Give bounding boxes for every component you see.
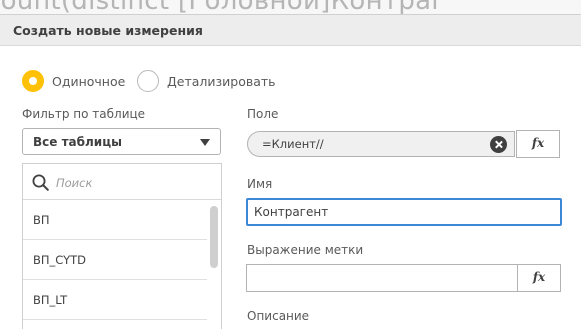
search-placeholder: Поиск xyxy=(56,176,93,190)
radio-single[interactable]: Одиночное xyxy=(22,70,125,92)
background-expression-text: count(distinct [Головной]Контраг xyxy=(0,0,445,14)
table-filter-label: Фильтр по таблице xyxy=(22,107,146,121)
label-expression-label: Выражение метки xyxy=(247,243,364,257)
radio-single-label: Одиночное xyxy=(52,73,126,89)
label-expression-input[interactable] xyxy=(246,264,518,292)
name-label: Имя xyxy=(247,177,273,191)
name-value: Контрагент xyxy=(254,205,329,219)
field-search-input[interactable]: Поиск xyxy=(23,164,221,200)
field-label: Поле xyxy=(247,107,279,121)
list-item-label: ВП_CYTD xyxy=(33,253,87,267)
list-item-label: ВП xyxy=(33,213,50,227)
field-expression-input[interactable]: =Клиент// xyxy=(247,131,515,157)
list-scrollbar[interactable] xyxy=(210,206,218,268)
table-filter-value: Все таблицы xyxy=(33,135,122,149)
list-item[interactable]: ВП xyxy=(23,201,207,240)
radio-drilldown-label: Детализировать xyxy=(167,73,276,89)
field-expression-editor-button[interactable]: fx xyxy=(516,130,560,158)
field-list: Поиск ВП ВП_CYTD ВП_LT xyxy=(22,163,222,329)
table-filter-select[interactable]: Все таблицы xyxy=(22,128,221,155)
list-item[interactable]: ВП_LT xyxy=(23,281,207,320)
list-item-label: ВП_LT xyxy=(33,293,68,307)
fx-icon: fx xyxy=(532,270,546,284)
field-expression-value: =Клиент// xyxy=(262,137,324,151)
radio-drilldown[interactable]: Детализировать xyxy=(137,70,276,92)
clear-icon[interactable] xyxy=(490,136,507,153)
description-label: Описание xyxy=(247,309,310,323)
dialog-header: Создать новые измерения xyxy=(0,14,581,46)
search-icon xyxy=(32,174,49,191)
fx-icon: fx xyxy=(531,136,545,150)
dialog-title: Создать новые измерения xyxy=(13,23,203,38)
background-expression-strip: count(distinct [Головной]Контраг xyxy=(0,0,581,14)
name-input[interactable]: Контрагент xyxy=(246,198,562,226)
list-item[interactable]: ВП_CYTD xyxy=(23,241,207,280)
radio-single-indicator[interactable] xyxy=(22,70,44,92)
caret-down-icon xyxy=(200,139,210,146)
radio-drilldown-indicator[interactable] xyxy=(137,70,159,92)
label-expression-editor-button[interactable]: fx xyxy=(517,264,561,292)
